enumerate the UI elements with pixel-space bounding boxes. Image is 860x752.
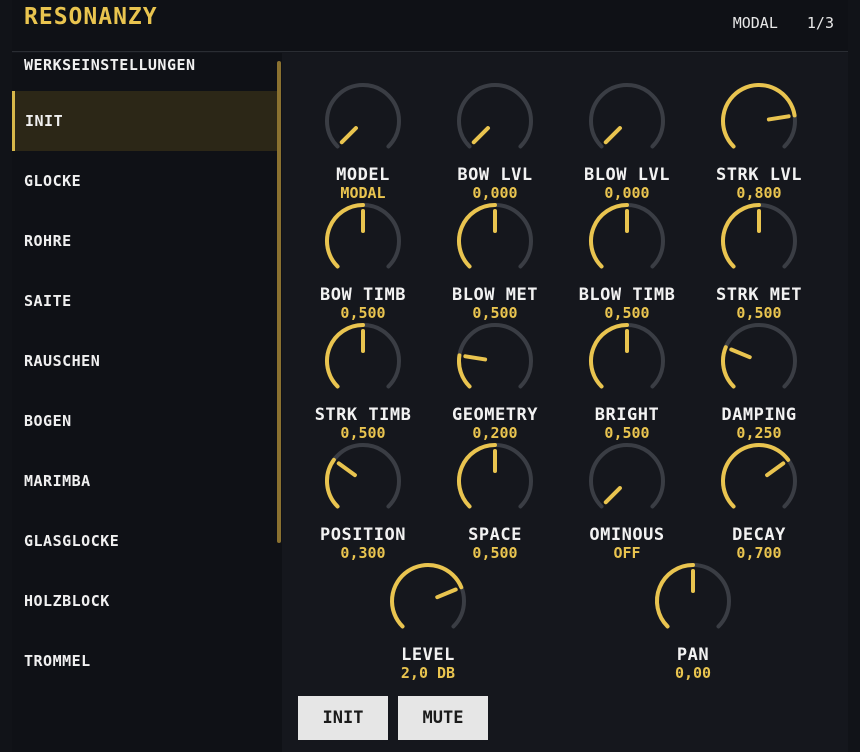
knob-ominous[interactable]: OMINOUS OFF [561,417,693,562]
knob-track [589,83,665,149]
knob-dial-icon[interactable] [455,81,535,161]
knob-pan[interactable]: PAN 0,00 [627,537,759,682]
sidebar-item-werkseinstellungen[interactable]: WERKSEINSTELLUNGEN [12,53,280,95]
knob-label: PAN [676,645,710,665]
knob-pointer [435,587,458,600]
knob-decay[interactable]: DECAY 0,700 [693,417,825,562]
sidebar-item-trommel[interactable]: TROMMEL [12,631,280,691]
knob-dial-icon[interactable] [323,81,403,161]
preset-sidebar: WERKSEINSTELLUNGEN INIT GLOCKE ROHRE SAITE RA… [12,53,282,752]
knob-bright[interactable]: BRIGHT 0,500 [561,297,693,442]
knob-pointer [339,126,358,145]
knob-value-arc [457,203,497,269]
knob-value-arc [655,563,695,629]
plugin-title: RESONANZY [24,4,158,30]
knob-value-arc [589,203,629,269]
sidebar-item-saite[interactable]: SAITE [12,271,280,331]
knob-value-arc [325,203,365,269]
knob-pointer [463,354,488,362]
sidebar-item-bogen[interactable]: BOGEN [12,391,280,451]
knob-pointer [603,126,622,145]
knob-pointer [336,461,357,478]
knob-dial-icon[interactable] [587,321,667,401]
knob-dial-icon[interactable] [719,441,799,521]
knob-dial-icon[interactable] [323,321,403,401]
knob-bow-lvl[interactable]: BOW LVL 0,000 [429,57,561,202]
knob-dial-icon[interactable] [719,321,799,401]
knob-value-arc [325,323,365,389]
knob-model[interactable]: MODEL MODAL [297,57,429,202]
knob-level[interactable]: LEVEL 2,0 DB [362,537,494,682]
knob-track [457,83,533,149]
knob-position[interactable]: POSITION 0,300 [297,417,429,562]
knob-value: 0,00 [674,664,712,682]
knob-space[interactable]: SPACE 0,500 [429,417,561,562]
knob-value-arc [721,345,736,389]
knob-pointer [603,486,622,505]
sidebar-item-glasglocke[interactable]: GLASGLOCKE [12,511,280,571]
knob-pointer [729,347,752,360]
knob-blow-lvl[interactable]: BLOW LVL 0,000 [561,57,693,202]
sidebar-item-glocke[interactable]: GLOCKE [12,151,280,211]
knob-value-arc [457,443,497,509]
page-indicator[interactable]: 1/3 [807,14,834,32]
knob-pointer [471,126,490,145]
knob-track [325,83,401,149]
knob-value: 2,0 DB [400,664,456,682]
knob-value-arc [325,457,340,509]
knob-strk-timb[interactable]: STRK TIMB 0,500 [297,297,429,442]
knob-dial-icon[interactable] [587,441,667,521]
plugin-window: RESONANZY MODAL 1/3 WERKSEINSTELLUNGEN IN… [12,0,848,752]
sidebar-item-holzblock[interactable]: HOLZBLOCK [12,571,280,631]
knob-pointer [766,114,791,122]
knob-value-arc [457,353,472,389]
sidebar-item-rauschen[interactable]: RAUSCHEN [12,331,280,391]
knob-strk-met[interactable]: STRK MET 0,500 [693,177,825,322]
knob-track [589,443,665,509]
knob-label: LEVEL [401,645,455,665]
header-status: MODAL 1/3 [713,14,834,32]
knob-dial-icon[interactable] [587,201,667,281]
header-bar: RESONANZY MODAL 1/3 [12,0,848,52]
knob-bow-timb[interactable]: BOW TIMB 0,500 [297,177,429,322]
knob-track [325,443,401,509]
knob-panel: MODEL MODAL BOW LVL 0,000 BLOW LVL 0,000 STRK … [282,53,848,752]
knob-pointer [765,461,786,478]
knob-value-arc [589,323,629,389]
knob-value-arc [721,443,791,509]
knob-dial-icon[interactable] [719,81,799,161]
knob-dial-icon[interactable] [455,321,535,401]
mute-button[interactable]: MUTE [398,696,488,740]
knob-blow-met[interactable]: BLOW MET 0,500 [429,177,561,322]
knob-dial-icon[interactable] [323,201,403,281]
knob-dial-icon[interactable] [323,441,403,521]
knob-damping[interactable]: DAMPING 0,250 [693,297,825,442]
sidebar-item-rohre[interactable]: ROHRE [12,211,280,271]
sidebar-item-marimba[interactable]: MARIMBA [12,451,280,511]
knob-blow-timb[interactable]: BLOW TIMB 0,500 [561,177,693,322]
knob-dial-icon[interactable] [587,81,667,161]
init-button[interactable]: INIT [298,696,388,740]
knob-dial-icon[interactable] [455,441,535,521]
knob-value-arc [390,563,464,629]
knob-dial-icon[interactable] [653,561,733,641]
knob-dial-icon[interactable] [719,201,799,281]
knob-track [721,323,797,389]
mode-label: MODAL [732,14,778,32]
sidebar-item-init[interactable]: INIT [12,91,280,151]
knob-dial-icon[interactable] [455,201,535,281]
knob-dial-icon[interactable] [388,561,468,641]
knob-strk-lvl[interactable]: STRK LVL 0,800 [693,57,825,202]
knob-geometry[interactable]: GEOMETRY 0,200 [429,297,561,442]
knob-value-arc [721,203,761,269]
sidebar-scrollbar[interactable] [277,61,281,543]
